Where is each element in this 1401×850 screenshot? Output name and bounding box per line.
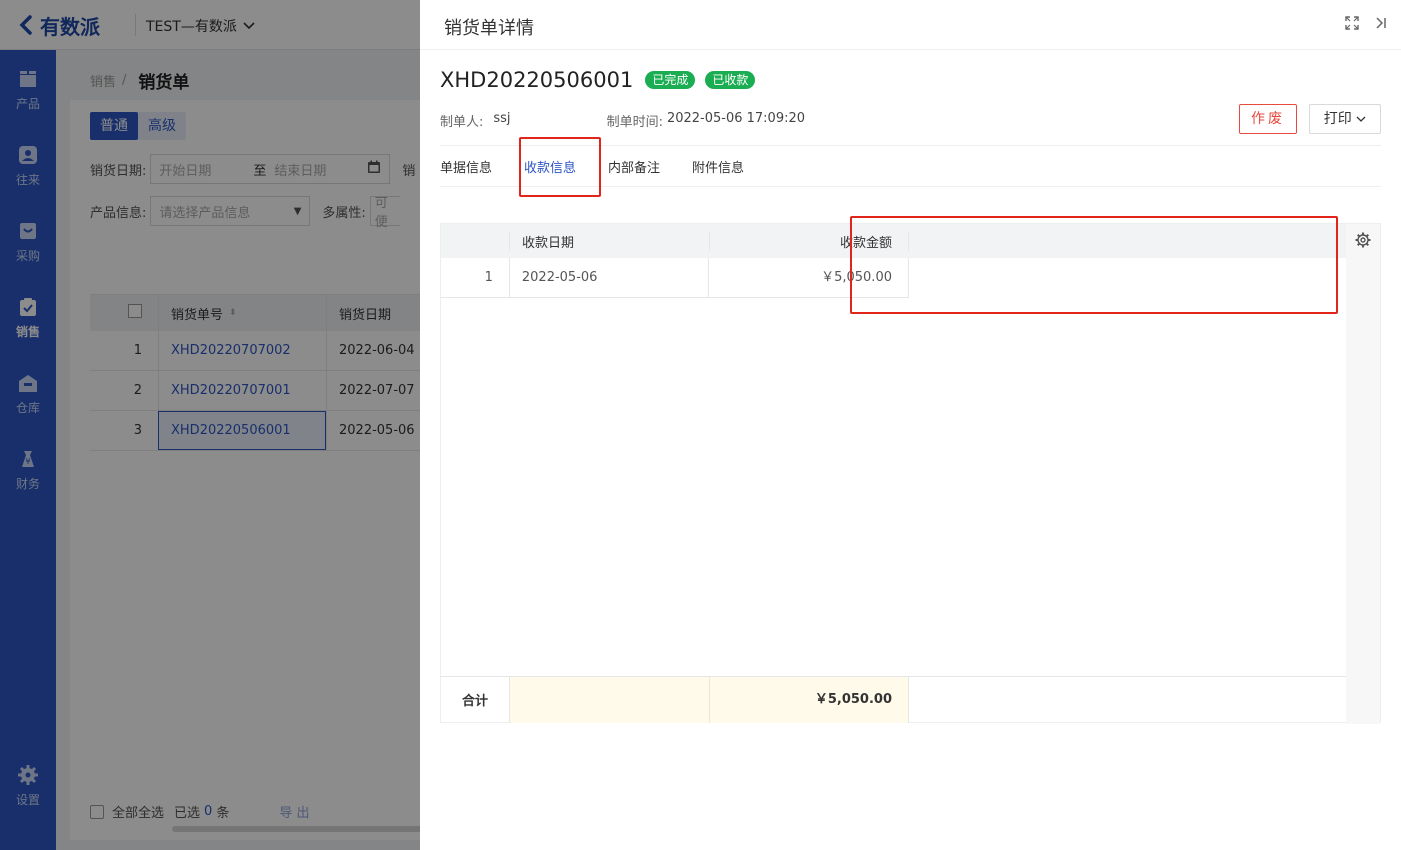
table-row[interactable]: 1 2022-05-06 ￥5,050.00: [441, 257, 909, 298]
row-index: 1: [484, 269, 493, 285]
tab-document-info[interactable]: 单据信息: [440, 157, 492, 176]
column-header-receipt-date[interactable]: 收款日期: [509, 231, 709, 251]
time-label: 制单时间:: [606, 115, 663, 130]
collapse-drawer-icon[interactable]: [1375, 16, 1387, 34]
modal-overlay[interactable]: [0, 0, 420, 850]
grid-settings: [1346, 224, 1380, 724]
status-badge-completed: 已完成: [645, 71, 696, 89]
doc-number-text: XHD20220506001: [440, 68, 634, 92]
tab-internal-notes[interactable]: 内部备注: [608, 157, 660, 176]
total-empty-cell: [509, 676, 709, 723]
print-button[interactable]: 打印: [1309, 104, 1381, 134]
receipt-date: 2022-05-06: [508, 257, 709, 298]
print-label: 打印: [1323, 111, 1352, 127]
document-number: XHD20220506001 已完成 已收款: [440, 68, 756, 92]
status-badge-paid: 已收款: [705, 71, 756, 89]
receipt-total-row: 合计 ￥5,050.00: [441, 676, 1347, 723]
drawer-header: 销货单详情: [420, 0, 1401, 50]
void-button[interactable]: 作废: [1239, 104, 1297, 134]
highlight-box-grid: [850, 216, 1338, 314]
chevron-down-icon: [1356, 111, 1366, 127]
creator-value: ssj: [493, 111, 511, 126]
creator-label: 制单人:: [440, 115, 484, 130]
time-value: 2022-05-06 17:09:20: [666, 111, 806, 126]
drawer-title: 销货单详情: [444, 18, 534, 39]
tab-attachments[interactable]: 附件信息: [692, 157, 744, 176]
app-root: 有数派 TEST—有数派 产品 往来 采购 销售 仓库 ¥ 财务 设置 销售 /…: [0, 0, 1401, 850]
detail-drawer: 销货单详情 XHD20220506001 已完成 已收款 制单人: ssj 制单…: [420, 0, 1401, 850]
total-label: 合计: [461, 694, 488, 709]
drawer-actions: [1345, 16, 1387, 34]
gear-icon[interactable]: [1355, 232, 1371, 724]
highlight-box-tab: [519, 137, 601, 197]
total-amount: ￥5,050.00: [709, 676, 909, 723]
fullscreen-icon[interactable]: [1345, 16, 1359, 34]
document-meta: 制单人: ssj 制单时间: 2022-05-06 17:09:20: [440, 111, 805, 130]
